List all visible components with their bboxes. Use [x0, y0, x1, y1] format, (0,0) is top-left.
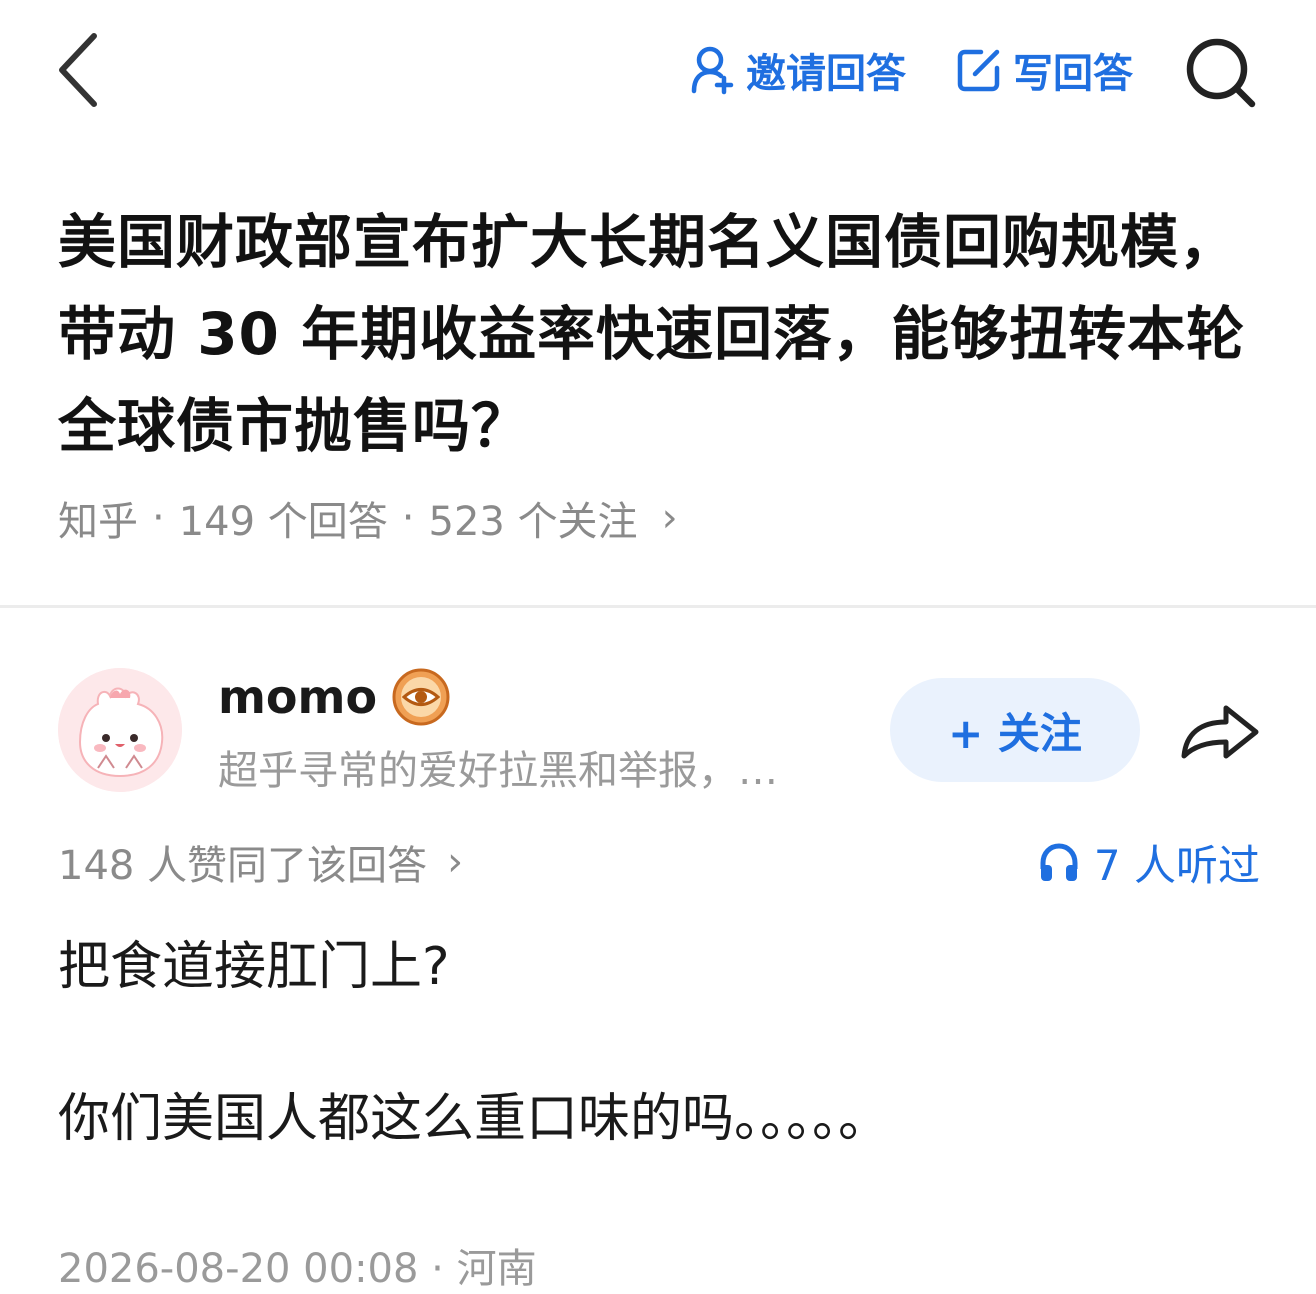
listen-count: 7 人听过 [1093, 840, 1260, 890]
question-title[interactable]: 美国财政部宣布扩大长期名义国债回购规模，带动 30 年期收益率快速回落，能够扭转… [58, 196, 1258, 472]
top-bar: 邀请回答 写回答 [0, 0, 1316, 150]
invite-answer-label: 邀请回答 [746, 51, 906, 97]
edit-icon [957, 49, 1000, 92]
invite-person-icon [691, 46, 734, 95]
invite-answer-button[interactable]: 邀请回答 [690, 40, 906, 100]
write-answer-label: 写回答 [1013, 51, 1133, 97]
author-bio: 超乎寻常的爱好拉黑和举报，… [218, 748, 778, 794]
separator-dot: · [152, 495, 165, 541]
follow-button[interactable]: + 关注 [890, 678, 1140, 782]
separator-dot: · [401, 495, 415, 541]
follower-count: 523 个关注 [428, 499, 638, 545]
answer-paragraph: 你们美国人都这么重口味的吗。。。。。 [58, 1089, 891, 1149]
question-meta[interactable]: 知乎 · 149 个回答 · 523 个关注 › [58, 488, 678, 548]
headphones-icon [1040, 843, 1078, 881]
chevron-right-icon: › [447, 839, 464, 885]
listen-button[interactable]: 7 人听过 [1038, 832, 1260, 892]
share-icon[interactable] [1178, 698, 1262, 766]
vote-count: 148 人赞同了该回答 [58, 843, 428, 889]
search-icon[interactable] [1180, 32, 1260, 112]
chevron-right-icon: › [661, 495, 678, 541]
vote-summary[interactable]: 148 人赞同了该回答 › [58, 832, 463, 892]
write-answer-button[interactable]: 写回答 [955, 40, 1133, 100]
source-label: 知乎 [58, 499, 138, 545]
author-name[interactable]: momo [218, 670, 377, 724]
section-divider [0, 605, 1316, 608]
answer-paragraph: 把食道接肛门上? [58, 937, 450, 997]
answer-count: 149 个回答 [178, 499, 388, 545]
avatar[interactable] [58, 668, 182, 792]
eye-badge-icon [392, 668, 450, 726]
answer-timestamp: 2026-08-20 00:08 · 河南 [58, 1246, 537, 1292]
back-chevron-icon[interactable] [50, 28, 110, 112]
